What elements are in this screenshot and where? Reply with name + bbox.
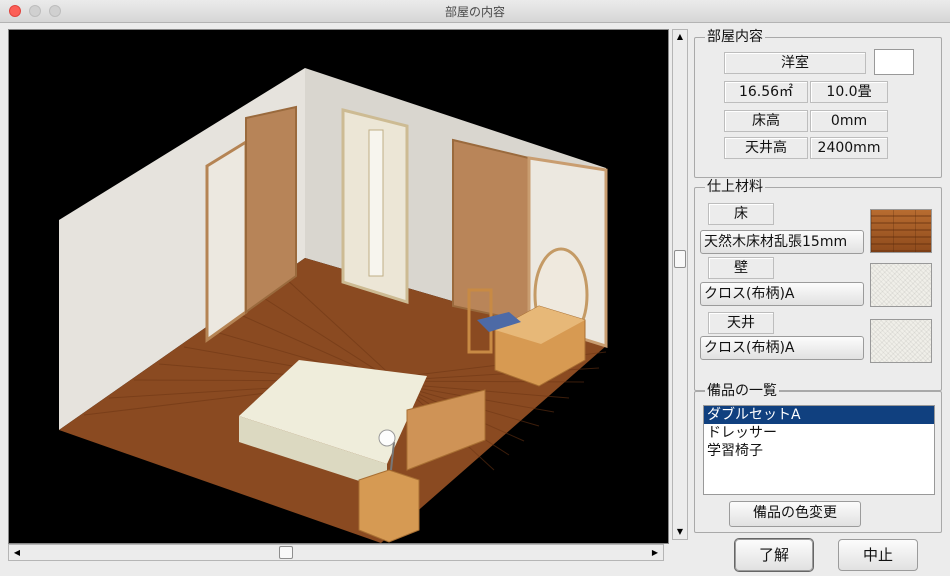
- horizontal-scroll-thumb[interactable]: [279, 546, 293, 559]
- equipment-list[interactable]: ダブルセットA ドレッサー 学習椅子: [703, 405, 935, 495]
- room-color-box[interactable]: [874, 49, 914, 75]
- horizontal-scrollbar[interactable]: ◀ ▶: [8, 544, 664, 561]
- cancel-button[interactable]: 中止: [838, 539, 918, 571]
- dialog-body: ▲ ▼ ◀ ▶ 部屋内容 洋室 16.56㎡ 10.0畳 床高 0mm 天井高 …: [0, 23, 950, 576]
- scroll-left-arrow-icon[interactable]: ◀: [10, 546, 24, 560]
- area-field: 16.56㎡: [724, 81, 808, 103]
- equipment-legend: 備品の一覧: [705, 383, 779, 399]
- ceiling-material-swatch[interactable]: [870, 319, 932, 363]
- scroll-right-arrow-icon[interactable]: ▶: [648, 546, 662, 560]
- equipment-item-double-set[interactable]: ダブルセットA: [704, 406, 934, 424]
- ceiling-height-value: 2400mm: [810, 137, 888, 159]
- wall-material-button[interactable]: クロス(布柄)A: [700, 282, 864, 306]
- vertical-scroll-thumb[interactable]: [674, 250, 686, 268]
- room-type-field: 洋室: [724, 52, 866, 74]
- equipment-item-dresser[interactable]: ドレッサー: [704, 424, 934, 442]
- title-bar: 部屋の内容: [0, 0, 950, 23]
- ceiling-height-label: 天井高: [724, 137, 808, 159]
- lamp: [378, 429, 396, 447]
- vertical-scrollbar[interactable]: ▲ ▼: [672, 29, 688, 540]
- floor-material-button[interactable]: 天然木床材乱張15mm: [700, 230, 864, 254]
- floor-material-label: 床: [708, 203, 774, 225]
- room-contents-legend: 部屋内容: [705, 29, 765, 45]
- floor-material-swatch[interactable]: [870, 209, 932, 253]
- wall-material-swatch[interactable]: [870, 263, 932, 307]
- wall-material-label: 壁: [708, 257, 774, 279]
- room-render: [59, 68, 608, 543]
- change-equipment-color-button[interactable]: 備品の色変更: [729, 501, 861, 527]
- ceiling-material-label: 天井: [708, 312, 774, 334]
- nightstand: [358, 469, 420, 543]
- ok-button[interactable]: 了解: [735, 539, 813, 571]
- ceiling-material-button[interactable]: クロス(布柄)A: [700, 336, 864, 360]
- floor-height-value: 0mm: [810, 110, 888, 132]
- room-3d-view[interactable]: [8, 29, 669, 544]
- floor-height-label: 床高: [724, 110, 808, 132]
- window-title: 部屋の内容: [444, 5, 505, 19]
- scroll-down-arrow-icon[interactable]: ▼: [673, 525, 687, 539]
- materials-legend: 仕上材料: [705, 179, 765, 195]
- tatami-field: 10.0畳: [810, 81, 888, 103]
- equipment-item-study-chair[interactable]: 学習椅子: [704, 442, 934, 460]
- scroll-up-arrow-icon[interactable]: ▲: [673, 30, 687, 44]
- left-closet-door: [245, 105, 297, 314]
